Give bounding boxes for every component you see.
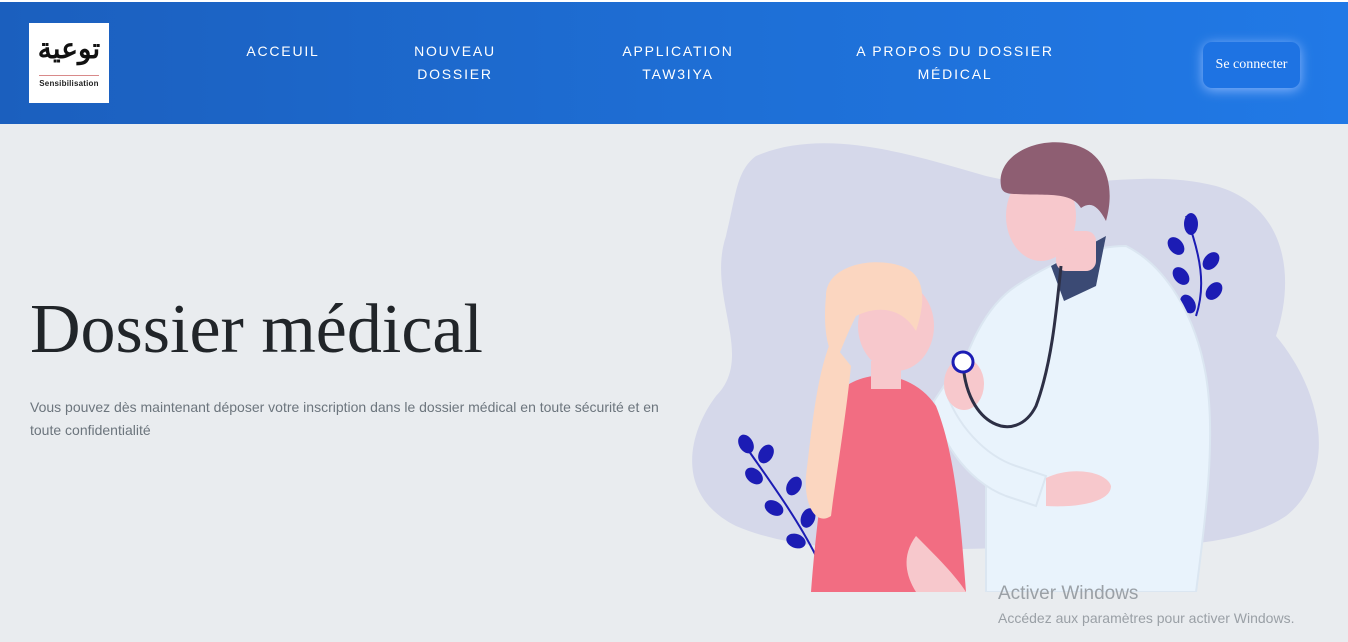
nav-link-a-propos[interactable]: A PROPOS DU DOSSIER MÉDICAL — [835, 40, 1075, 86]
nav-link-label: MÉDICAL — [917, 66, 993, 82]
logo-arabic-text: توعية — [37, 32, 101, 65]
patient-neck — [871, 361, 901, 389]
nav-link-label: APPLICATION — [622, 43, 734, 59]
page-title: Dossier médical — [30, 291, 483, 368]
nav-link-application-taw3iya[interactable]: APPLICATION TAW3IYA — [603, 40, 753, 86]
watermark-subtitle: Accédez aux paramètres pour activer Wind… — [998, 610, 1295, 626]
nav-link-acceuil[interactable]: ACCEUIL — [233, 40, 333, 63]
logo-subtitle: Sensibilisation — [39, 79, 99, 88]
nav-link-label: ACCEUIL — [246, 43, 320, 59]
doctor-patient-illustration — [692, 142, 1319, 592]
nav-link-label: DOSSIER — [417, 66, 493, 82]
nav-link-nouveau-dossier[interactable]: NOUVEAU DOSSIER — [395, 40, 515, 86]
site-logo[interactable]: توعية Sensibilisation — [29, 23, 109, 103]
navbar: توعية Sensibilisation ACCEUIL NOUVEAU DO… — [0, 2, 1348, 124]
nav-link-label: TAW3IYA — [642, 66, 714, 82]
login-button[interactable]: Se connecter — [1203, 42, 1300, 88]
windows-activation-watermark: Activer Windows Accédez aux paramètres p… — [998, 582, 1294, 628]
logo-underline — [39, 75, 99, 76]
hero-description: Vous pouvez dès maintenant déposer votre… — [30, 399, 659, 438]
nav-link-label: A PROPOS DU DOSSIER — [856, 43, 1054, 59]
watermark-title: Activer Windows — [998, 583, 1139, 604]
stethoscope-chest-piece — [951, 350, 975, 374]
nav-link-label: NOUVEAU — [414, 43, 496, 59]
